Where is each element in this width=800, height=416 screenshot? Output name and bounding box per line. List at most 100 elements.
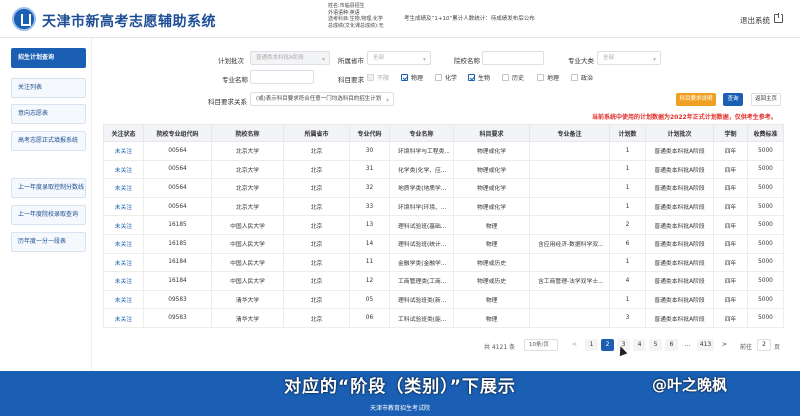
table-cell: 四年 xyxy=(713,289,748,310)
sidebar-item-formal-filling[interactable]: 高考志愿正式填报系统 xyxy=(11,131,86,151)
follow-toggle[interactable]: 未关注 xyxy=(103,308,144,328)
table-cell: 物理或化学 xyxy=(453,141,530,161)
page-button[interactable]: 1 xyxy=(585,339,598,351)
page-size-select[interactable]: 10条/页 xyxy=(524,339,558,351)
major-name-input[interactable] xyxy=(250,70,314,84)
back-home-button[interactable]: 返回主页 xyxy=(751,93,781,106)
checkbox-no-limit[interactable] xyxy=(367,74,374,81)
table-cell: 普通类本科批A阶段 xyxy=(645,141,714,161)
table-row: 未关注 00564 北京大学 北京 31 化学类(化学、应... 物理或化学 1 普通类本科批A… xyxy=(103,159,784,180)
table-cell: 普通类本科批A阶段 xyxy=(645,178,714,198)
column-header: 院校名称 xyxy=(211,124,284,142)
table-cell: 5000 xyxy=(747,196,784,217)
table-cell: 中国人民大学 xyxy=(211,215,284,235)
checkbox-politics[interactable] xyxy=(571,74,578,81)
page-button[interactable]: 5 xyxy=(649,339,662,351)
data-warning: 当前系统中使用的计划数据为2022年正式计划数据，仅供考生参考。 xyxy=(592,114,777,121)
logo-icon xyxy=(12,7,36,31)
follow-toggle[interactable]: 未关注 xyxy=(103,289,144,310)
table-cell: 四年 xyxy=(713,196,748,217)
page-button[interactable]: 413 xyxy=(697,339,714,351)
table-cell: 普通类本科批A阶段 xyxy=(645,289,714,310)
table-cell: 11 xyxy=(349,252,390,273)
checkbox-label: 政治 xyxy=(581,75,594,82)
page-ellipsis[interactable]: ... xyxy=(681,339,694,351)
plan-table: 关注状态 院校专业组代码 院校名称 所属省市 专业代码 专业名称 科目要求 专业… xyxy=(103,124,784,328)
table-cell: 北京 xyxy=(283,178,350,198)
table-cell: 普通类本科批A阶段 xyxy=(645,271,714,291)
table-row: 未关注 16184 中国人民大学 北京 12 工商管理类(工商... 物理或历史 含工商管理-… xyxy=(103,271,784,291)
table-cell: 5000 xyxy=(747,289,784,310)
table-cell: 北京大学 xyxy=(211,141,284,161)
table-row: 未关注 16184 中国人民大学 北京 11 金融学类(金融学... 物理或历史 1 普通类本科… xyxy=(103,252,784,273)
follow-toggle[interactable]: 未关注 xyxy=(103,233,144,254)
subject-relation-select[interactable]: (或)表示科目要求符合任意一门均选科目的招生计划 ▾ xyxy=(250,92,394,106)
column-header: 计划数 xyxy=(609,124,646,142)
checkbox-history[interactable] xyxy=(502,74,509,81)
table-cell: 北京大学 xyxy=(211,196,284,217)
follow-toggle[interactable]: 未关注 xyxy=(103,271,144,291)
table-cell: 北京 xyxy=(283,252,350,273)
major-category-select[interactable]: 全部 ▾ xyxy=(597,51,661,65)
table-cell: 四年 xyxy=(713,233,748,254)
plan-batch-select[interactable]: 普通类本科批A阶段 ▾ xyxy=(250,51,330,65)
goto-suffix: 页 xyxy=(774,344,781,351)
table-row: 未关注 00564 北京大学 北京 30 环境科学与工程类... 物理或化学 1 普通类本科批A… xyxy=(103,141,784,161)
table-cell: 1 xyxy=(609,178,646,198)
table-cell: 四年 xyxy=(713,215,748,235)
table-cell: 四年 xyxy=(713,252,748,273)
table-cell: 北京 xyxy=(283,141,350,161)
table-cell: 四年 xyxy=(713,178,748,198)
checkbox-chemistry[interactable] xyxy=(435,74,442,81)
follow-toggle[interactable]: 未关注 xyxy=(103,196,144,217)
chevron-down-icon: ▾ xyxy=(652,56,656,63)
pagination-total: 共 4121 条 xyxy=(484,344,516,351)
exit-icon[interactable] xyxy=(774,13,783,23)
page-button[interactable]: 4 xyxy=(633,339,646,351)
province-select[interactable]: 全部 ▾ xyxy=(367,51,431,65)
sidebar-item-follow-list[interactable]: 关注列表 xyxy=(11,78,86,98)
table-cell: 含应用经济-数据科学双... xyxy=(529,233,610,254)
table-cell: 05 xyxy=(349,289,390,310)
checkbox-label: 地理 xyxy=(547,75,560,82)
checkbox-physics[interactable] xyxy=(401,74,408,81)
follow-toggle[interactable]: 未关注 xyxy=(103,178,144,198)
table-cell: 北京 xyxy=(283,196,350,217)
table-cell: 理科试验班类(新... xyxy=(389,289,454,310)
goto-page-input[interactable]: 2 xyxy=(757,339,771,351)
table-cell xyxy=(529,141,610,161)
school-name-input[interactable] xyxy=(482,51,544,65)
sidebar-item-admission-query[interactable]: 上一年度院校录取查询 xyxy=(11,205,86,225)
table-cell xyxy=(529,308,610,328)
plan-batch-value: 普通类本科批A阶段 xyxy=(256,55,304,61)
table-cell: 09583 xyxy=(143,289,212,310)
table-cell: 中国人民大学 xyxy=(211,252,284,273)
checkbox-geography[interactable] xyxy=(537,74,544,81)
page-button-current[interactable]: 2 xyxy=(601,339,614,351)
subject-explain-button[interactable]: 科目要求说明 xyxy=(676,93,716,106)
follow-toggle[interactable]: 未关注 xyxy=(103,215,144,235)
user-info: 姓名:市临县招生 外语语种:英语 选考科目:生物,物理,化学 总成绩(文化课总成… xyxy=(328,3,384,29)
sidebar-item-plan-query[interactable]: 招生计划查询 xyxy=(11,48,86,68)
page-button[interactable]: 6 xyxy=(665,339,678,351)
search-button[interactable]: 查询 xyxy=(723,93,743,106)
column-header: 专业代码 xyxy=(349,124,390,142)
checkbox-label: 不限 xyxy=(377,75,390,82)
sidebar-item-control-scores[interactable]: 上一年度录取控制分数线 xyxy=(11,178,86,198)
sidebar-item-score-segments[interactable]: 历年度一分一段表 xyxy=(11,232,86,252)
follow-toggle[interactable]: 未关注 xyxy=(103,159,144,180)
prev-page-button[interactable]: < xyxy=(568,339,581,351)
table-cell: 物理 xyxy=(453,233,530,254)
next-page-button[interactable]: > xyxy=(718,339,731,351)
checkbox-label: 生物 xyxy=(478,75,491,82)
table-cell: 1 xyxy=(609,252,646,273)
follow-toggle[interactable]: 未关注 xyxy=(103,252,144,273)
table-cell: 5000 xyxy=(747,215,784,235)
exit-button[interactable]: 退出系统 xyxy=(740,15,770,26)
table-cell: 00564 xyxy=(143,159,212,180)
checkbox-biology[interactable] xyxy=(468,74,475,81)
sidebar-item-intent-form[interactable]: 意向志愿表 xyxy=(11,104,86,124)
chevron-down-icon: ▾ xyxy=(422,56,426,63)
table-cell: 6 xyxy=(609,233,646,254)
follow-toggle[interactable]: 未关注 xyxy=(103,141,144,161)
